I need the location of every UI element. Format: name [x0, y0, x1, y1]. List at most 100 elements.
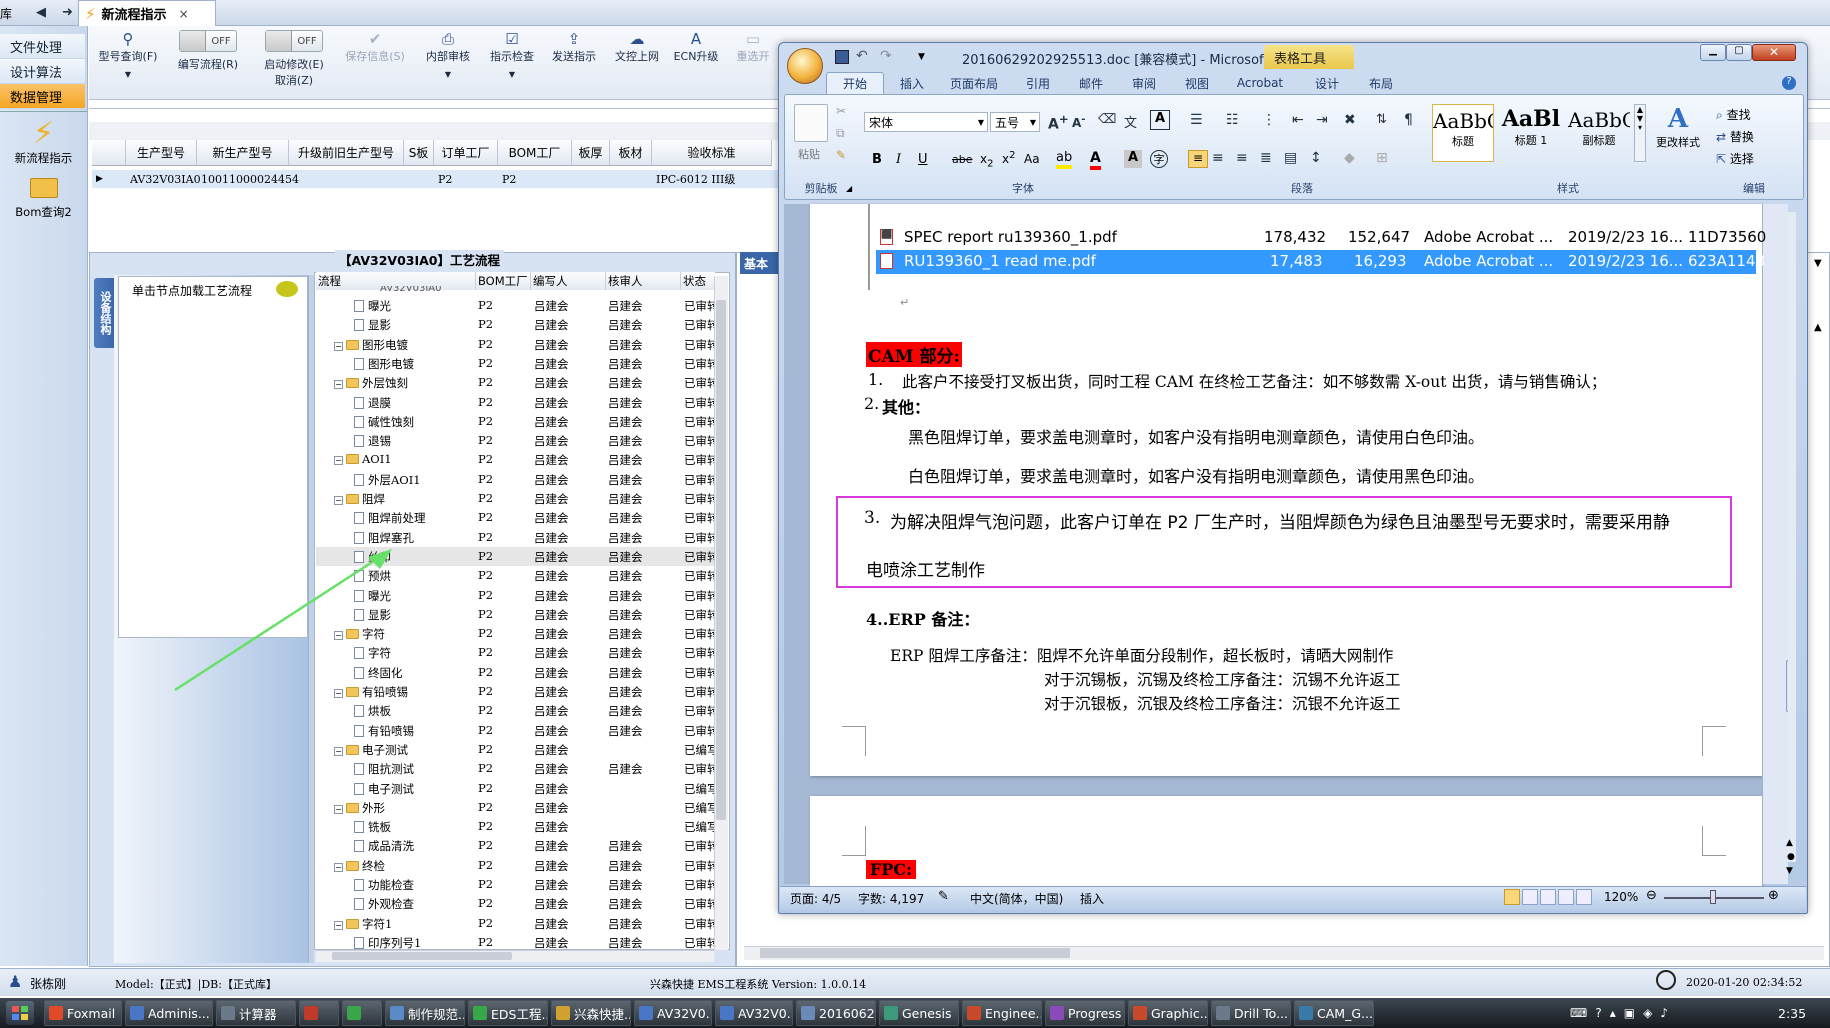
outline-icon[interactable]: [1558, 889, 1574, 905]
cell-bom-factory[interactable]: P2: [498, 170, 572, 188]
taskbar-item[interactable]: [299, 1000, 339, 1026]
char-shading-icon[interactable]: A: [1124, 150, 1142, 168]
tree-node-name[interactable]: 退锡: [354, 433, 391, 449]
tree-node-name[interactable]: − 终检: [334, 858, 385, 874]
taskbar-item[interactable]: Enginee...: [962, 1000, 1042, 1026]
window-menu-stub[interactable]: 库: [0, 2, 20, 24]
status-words[interactable]: 字数: 4,197: [858, 890, 924, 907]
italic-icon[interactable]: I: [896, 152, 901, 167]
change-styles-button[interactable]: A 更改样式: [1652, 104, 1704, 164]
tree-row[interactable]: − 电子测试 P2 吕建会 已编写: [316, 740, 728, 759]
tree-row[interactable]: 有铅喷锡 P2 吕建会 吕建会 已审转: [316, 721, 728, 740]
cell-new-model[interactable]: 10011000024454: [197, 170, 299, 188]
tree-row[interactable]: 外观检查 P2 吕建会 吕建会 已审转: [316, 894, 728, 913]
bullets-icon[interactable]: ☰: [1190, 112, 1203, 128]
taskbar-item[interactable]: Genesis: [879, 1000, 959, 1026]
collapse-icon[interactable]: −: [334, 862, 343, 872]
minimize-button[interactable]: ▁: [1700, 44, 1726, 61]
tree-row[interactable]: 外层AOI1 P2 吕建会 吕建会 已审转: [316, 470, 728, 489]
grid-header-bom-factory[interactable]: BOM工厂: [498, 140, 572, 166]
grid-header-order-factory[interactable]: 订单工厂: [434, 140, 498, 166]
start-button[interactable]: [6, 1001, 34, 1025]
grid-header-s-board[interactable]: S板: [404, 140, 434, 166]
tree-row[interactable]: 显影 P2 吕建会 吕建会 已审转: [316, 315, 728, 334]
tree-row[interactable]: 曝光 P2 吕建会 吕建会 已审转: [316, 296, 728, 315]
tree-node-name[interactable]: − AOI1: [334, 452, 392, 466]
taskbar-item[interactable]: Graphic...: [1128, 1000, 1208, 1026]
taskbar-item[interactable]: [342, 1000, 382, 1026]
off-switch[interactable]: OFF: [265, 30, 323, 52]
draft-icon[interactable]: [1576, 889, 1592, 905]
collapse-icon[interactable]: −: [334, 920, 343, 930]
taskbar-clock[interactable]: 2:35: [1778, 1006, 1806, 1021]
font-name-combo[interactable]: 宋体 ▼: [864, 112, 988, 132]
taskbar-item[interactable]: 2016062...: [796, 1000, 876, 1026]
strikethrough-icon[interactable]: abe: [952, 153, 973, 166]
shrink-font-icon[interactable]: A-: [1072, 114, 1085, 130]
tree-row[interactable]: 碱性蚀刻 P2 吕建会 吕建会 已审转: [316, 412, 728, 431]
tree-node-name[interactable]: − 电子测试: [334, 742, 408, 758]
shading-icon[interactable]: ◆: [1344, 150, 1355, 166]
file-row-2[interactable]: RU139360_1 read me.pdf 17,483 16,293 Ado…: [876, 250, 1765, 274]
cut-icon[interactable]: ✂: [836, 104, 846, 118]
tree-node-name[interactable]: − 外层蚀刻: [334, 375, 408, 391]
tree-node-name[interactable]: 阻焊塞孔: [354, 530, 414, 546]
tab-acrobat[interactable]: Acrobat: [1220, 72, 1300, 94]
right-hscroll-thumb[interactable]: [760, 948, 1070, 958]
collapse-icon[interactable]: −: [334, 341, 343, 351]
collapse-icon[interactable]: −: [334, 804, 343, 814]
tree-node-name[interactable]: 烘板: [354, 703, 391, 719]
cell-model[interactable]: AV32V03IA0: [126, 170, 201, 188]
off-switch[interactable]: OFF: [179, 30, 237, 52]
taskbar-item[interactable]: 制作规范...: [385, 1000, 465, 1026]
status-mode[interactable]: 插入: [1080, 890, 1104, 907]
tree-header-writer[interactable]: 编写人: [531, 272, 606, 290]
network-icon[interactable]: ▣: [1624, 1006, 1635, 1020]
tab-insert[interactable]: 插入: [884, 72, 940, 94]
enclose-char-icon[interactable]: 字: [1150, 150, 1168, 168]
tree-row[interactable]: 阻焊前处理 P2 吕建会 吕建会 已审转: [316, 508, 728, 527]
help-icon[interactable]: ?: [1782, 76, 1796, 90]
taskbar-item[interactable]: 计算器: [216, 1000, 296, 1026]
right-scroll-up-icon[interactable]: ▲: [1814, 322, 1822, 333]
tree-row[interactable]: − 图形电镀 P2 吕建会 吕建会 已审转: [316, 335, 728, 354]
char-border-icon[interactable]: A: [1150, 110, 1170, 130]
taskbar-item[interactable]: CAM_G...: [1294, 1000, 1374, 1026]
tree-node-name[interactable]: 曝光: [354, 298, 391, 314]
tree-node-name[interactable]: 阻焊前处理: [354, 510, 426, 526]
shield-icon[interactable]: ◈: [1643, 1006, 1652, 1020]
style-heading1[interactable]: AaBl 标题 1: [1500, 104, 1562, 162]
justify-icon[interactable]: ≣: [1260, 150, 1272, 166]
tree-node-name[interactable]: − 图形电镀: [334, 337, 408, 353]
tree-row[interactable]: − 外层蚀刻 P2 吕建会 吕建会 已审转: [316, 373, 728, 392]
multilevel-icon[interactable]: ⋮: [1262, 112, 1276, 128]
tree-row[interactable]: 图形电镀 P2 吕建会 吕建会 已审转: [316, 354, 728, 373]
tree-node-name[interactable]: 退膜: [354, 395, 391, 411]
taskbar-item[interactable]: Drill To...: [1211, 1000, 1291, 1026]
print-layout-icon[interactable]: [1504, 889, 1520, 905]
clipboard-launcher-icon[interactable]: ◢: [846, 184, 852, 193]
distributed-icon[interactable]: ▤: [1284, 150, 1297, 166]
tool-new-flow[interactable]: ⚡ 新流程指示: [0, 118, 87, 166]
tree-row[interactable]: − 终检 P2 吕建会 吕建会 已审转: [316, 856, 728, 875]
qat-dropdown-icon[interactable]: ▼: [918, 52, 925, 62]
browse-object-icon[interactable]: ●: [1787, 852, 1795, 862]
zoom-slider-thumb[interactable]: [1710, 890, 1716, 904]
edit-flow-toggle[interactable]: OFF 编写流程(R): [170, 30, 246, 94]
tree-header-bom[interactable]: BOM工厂: [476, 272, 531, 290]
back-arrow-icon[interactable]: ◀: [36, 5, 46, 20]
basic-tab[interactable]: 基本: [740, 252, 780, 274]
highlight-icon[interactable]: ab: [1056, 150, 1073, 169]
borders-icon[interactable]: ⊞: [1376, 150, 1388, 166]
status-page[interactable]: 页面: 4/5: [790, 890, 841, 907]
tree-node-name[interactable]: 显影: [354, 317, 391, 333]
vscroll-bar[interactable]: [1788, 212, 1796, 862]
save-icon[interactable]: [835, 50, 849, 64]
close-icon[interactable]: ×: [179, 7, 189, 21]
grid-header-model[interactable]: 生产型号: [126, 140, 197, 166]
right-collapse-icon[interactable]: ▼: [1814, 258, 1822, 269]
sidebar-tab-algorithm[interactable]: 设计算法: [0, 59, 85, 84]
tree-header-reviewer[interactable]: 核审人: [606, 272, 681, 290]
forward-login-icon[interactable]: ➜: [62, 5, 73, 20]
tree-row[interactable]: 功能检查 P2 吕建会 吕建会 已审转: [316, 875, 728, 894]
